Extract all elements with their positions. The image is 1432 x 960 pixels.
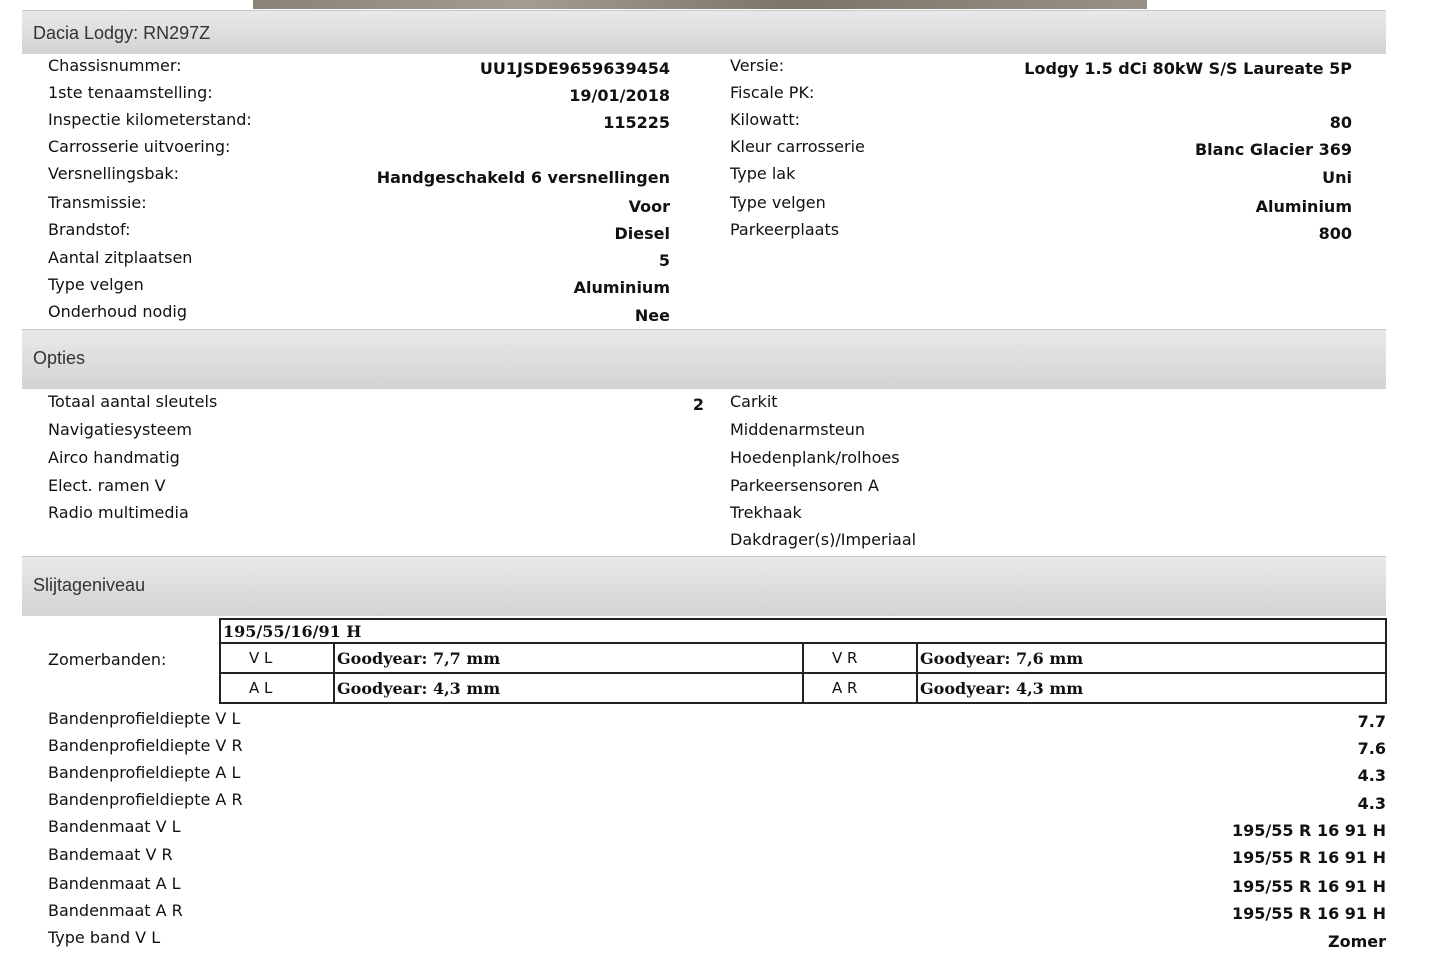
spec-label: Kleur carrosserie <box>730 137 865 156</box>
spec-value: Uni <box>1322 168 1352 187</box>
wear-label: Bandenmaat A R <box>48 901 183 920</box>
spec-value: 19/01/2018 <box>569 86 670 105</box>
tyre-position: A R <box>802 672 918 704</box>
spec-label: Transmissie: <box>48 193 147 212</box>
spec-value: Aluminium <box>573 278 670 297</box>
spec-value: 80 <box>1329 113 1352 132</box>
spec-label: 1ste tenaamstelling: <box>48 83 213 102</box>
wear-value: 4.3 <box>1357 766 1386 785</box>
wear-value: 195/55 R 16 91 H <box>1231 904 1386 923</box>
spec-label: Brandstof: <box>48 220 131 239</box>
option-item: Hoedenplank/rolhoes <box>730 448 900 467</box>
wear-value: 195/55 R 16 91 H <box>1231 877 1386 896</box>
wear-value: 195/55 R 16 91 H <box>1231 821 1386 840</box>
wear-label: Bandemaat V R <box>48 845 173 864</box>
wear-value: 195/55 R 16 91 H <box>1231 848 1386 867</box>
wear-value: 7.6 <box>1357 739 1386 758</box>
spec-label: Versie: <box>730 56 785 75</box>
option-item: Parkeersensoren A <box>730 476 879 495</box>
wear-label: Bandenmaat A L <box>48 874 181 893</box>
spec-label: Inspectie kilometerstand: <box>48 110 252 129</box>
vehicle-section-header: Dacia Lodgy: RN297Z <box>22 10 1386 54</box>
spec-value: 5 <box>658 251 670 270</box>
tyre-value: Goodyear: 7,7 mm <box>333 642 804 674</box>
option-item: Carkit <box>730 392 778 411</box>
spec-value: Lodgy 1.5 dCi 80kW S/S Laureate 5P <box>1024 59 1352 78</box>
spec-value: Blanc Glacier 369 <box>1194 140 1352 159</box>
spec-value: Voor <box>628 197 670 216</box>
wear-label: Bandenprofieldiepte A R <box>48 790 243 809</box>
wear-label: Bandenmaat V L <box>48 817 181 836</box>
option-item: Totaal aantal sleutels <box>48 392 218 411</box>
tyre-table: 195/55/16/91 H V L Goodyear: 7,7 mm V R … <box>218 618 1388 704</box>
wear-label: Type band V L <box>48 928 161 947</box>
spec-label: Type lak <box>730 164 796 183</box>
wear-label: Bandenprofieldiepte V L <box>48 709 241 728</box>
wear-value: 4.3 <box>1357 794 1386 813</box>
wear-section-header: Slijtageniveau <box>22 556 1386 616</box>
spec-value: Aluminium <box>1255 197 1352 216</box>
spec-value: Nee <box>634 306 670 325</box>
spec-value: UU1JSDE9659639454 <box>479 59 670 78</box>
wear-label: Bandenprofieldiepte V R <box>48 736 243 755</box>
option-item: Airco handmatig <box>48 448 180 467</box>
option-item: Middenarmsteun <box>730 420 865 439</box>
spec-label: Onderhoud nodig <box>48 302 188 321</box>
tyre-value: Goodyear: 7,6 mm <box>915 642 1388 674</box>
spec-label: Type velgen <box>730 193 826 212</box>
spec-value: Diesel <box>614 224 670 243</box>
spec-label: Carrosserie uitvoering: <box>48 137 231 156</box>
tyre-position: V L <box>219 642 335 674</box>
vehicle-photo <box>253 0 1147 9</box>
options-section-header: Opties <box>22 329 1386 389</box>
wear-value: 7.7 <box>1357 712 1386 731</box>
tyre-size: 195/55/16/91 H <box>218 618 1388 644</box>
spec-label: Versnellingsbak: <box>48 164 180 183</box>
spec-value: 115225 <box>603 113 670 132</box>
option-item: Elect. ramen V <box>48 476 166 495</box>
option-item: Dakdrager(s)/Imperiaal <box>730 530 917 549</box>
spec-label: Fiscale PK: <box>730 83 815 102</box>
wear-title: Slijtageniveau <box>33 575 146 595</box>
options-title: Opties <box>33 348 86 368</box>
tyre-value: Goodyear: 4,3 mm <box>333 672 804 704</box>
wear-value: Zomer <box>1327 932 1386 951</box>
wear-label: Bandenprofieldiepte A L <box>48 763 241 782</box>
spec-label: Type velgen <box>48 275 144 294</box>
option-item: Trekhaak <box>730 503 802 522</box>
spec-label: Parkeerplaats <box>730 220 840 239</box>
tyre-position: V R <box>802 642 918 674</box>
spec-value: Handgeschakeld 6 versnellingen <box>376 168 670 187</box>
option-item: Radio multimedia <box>48 503 189 522</box>
summer-tyres-label: Zomerbanden: <box>48 650 167 669</box>
spec-label: Aantal zitplaatsen <box>48 248 193 267</box>
spec-value: 800 <box>1318 224 1352 243</box>
spec-label: Chassisnummer: <box>48 56 182 75</box>
tyre-position: A L <box>219 672 335 704</box>
tyre-value: Goodyear: 4,3 mm <box>915 672 1388 704</box>
option-item: Navigatiesysteem <box>48 420 192 439</box>
option-value: 2 <box>692 395 704 414</box>
vehicle-title: Dacia Lodgy: RN297Z <box>33 23 211 43</box>
spec-label: Kilowatt: <box>730 110 800 129</box>
